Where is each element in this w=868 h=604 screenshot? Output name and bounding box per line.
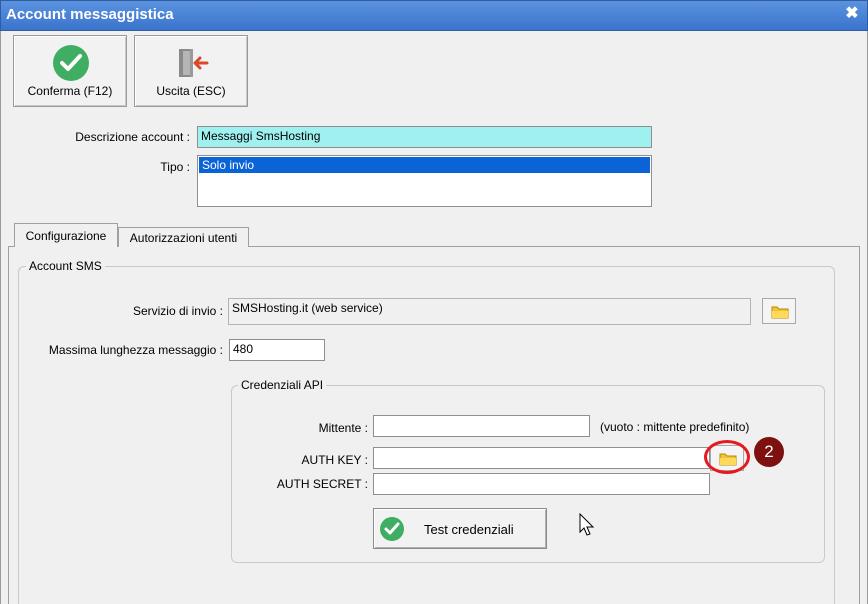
auth-secret-input[interactable] — [373, 473, 710, 495]
auth-secret-label: AUTH SECRET : — [276, 477, 368, 491]
account-sms-title: Account SMS — [26, 259, 105, 273]
service-field: SMSHosting.it (web service) — [228, 298, 751, 325]
max-length-input[interactable]: 480 — [229, 339, 325, 361]
exit-button-label: Uscita (ESC) — [156, 84, 226, 98]
test-credentials-button[interactable]: Test credenziali — [373, 508, 547, 549]
step-badge: 2 — [754, 437, 784, 467]
auth-key-label: AUTH KEY : — [301, 453, 368, 467]
sender-hint: (vuoto : mittente predefinito) — [600, 420, 750, 434]
description-input[interactable]: Messaggi SmsHosting — [197, 126, 652, 148]
exit-button[interactable]: Uscita (ESC) — [134, 35, 248, 107]
api-credentials-title: Credenziali API — [238, 378, 327, 392]
highlight-ring — [704, 440, 750, 474]
close-icon[interactable]: ✖ — [842, 4, 862, 24]
sender-label: Mittente : — [318, 421, 368, 435]
auth-key-input[interactable] — [373, 447, 710, 469]
type-option-selected[interactable]: Solo invio — [199, 157, 650, 173]
tab-configurazione[interactable]: Configurazione — [14, 223, 118, 247]
max-length-label: Massima lunghezza messaggio : — [48, 343, 223, 357]
description-label: Descrizione account : — [75, 130, 190, 144]
test-credentials-label: Test credenziali — [424, 522, 514, 537]
tab-autorizzazioni-utenti[interactable]: Autorizzazioni utenti — [118, 227, 249, 247]
check-circle-icon — [380, 517, 404, 541]
window-title: Account messaggistica — [6, 6, 174, 23]
mouse-cursor-icon — [579, 513, 595, 536]
sender-input[interactable] — [373, 415, 590, 437]
confirm-button-label: Conferma (F12) — [27, 84, 113, 98]
type-listbox[interactable]: Solo invio — [197, 155, 652, 207]
service-label: Servizio di invio : — [132, 304, 223, 318]
type-label: Tipo : — [160, 160, 190, 174]
check-circle-icon — [53, 45, 89, 81]
folder-icon — [771, 306, 789, 319]
exit-door-icon — [179, 49, 209, 77]
service-browse-button[interactable] — [762, 298, 796, 324]
confirm-button[interactable]: Conferma (F12) — [13, 35, 127, 107]
